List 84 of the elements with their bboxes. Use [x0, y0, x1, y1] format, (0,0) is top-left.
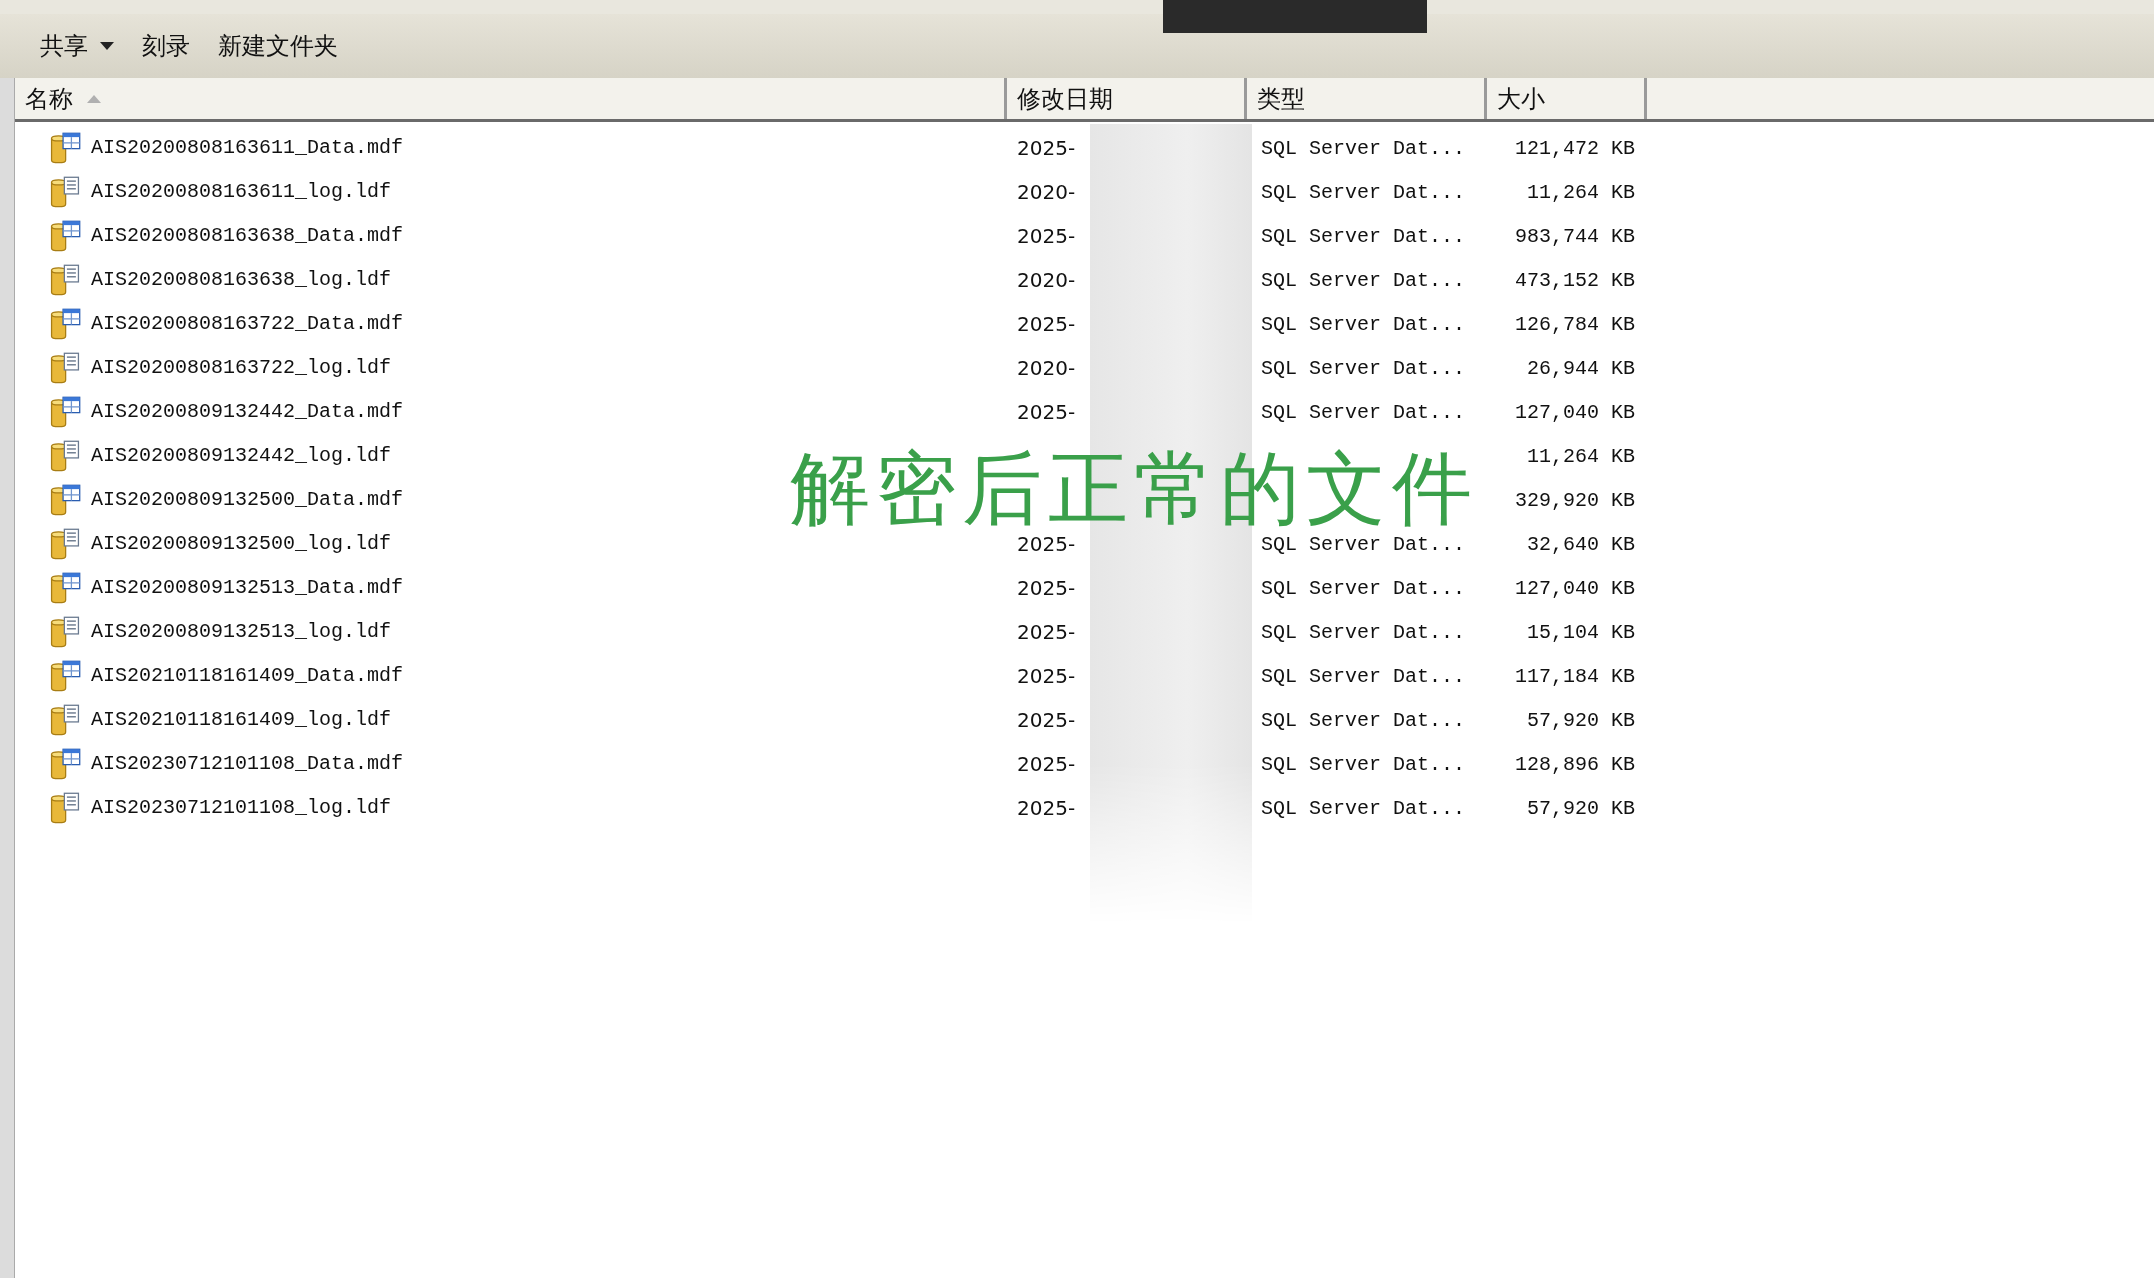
column-header[interactable]: 修改日期	[1007, 78, 1247, 119]
file-type: SQL Server Dat...	[1261, 752, 1466, 776]
file-size: 127,040 KB	[1514, 576, 1635, 600]
column-header[interactable]: 名称	[15, 78, 1007, 119]
file-name[interactable]: AIS20210118161409_Data.mdf	[91, 666, 404, 686]
database-table-icon	[49, 132, 81, 164]
file-size: 11,264 KB	[1526, 444, 1635, 468]
database-table-icon	[49, 308, 81, 340]
file-type: SQL Server Dat...	[1261, 312, 1466, 336]
modified-date: 2020-	[1017, 180, 1076, 204]
database-document-icon	[49, 528, 81, 560]
file-type: SQL Server Dat...	[1261, 268, 1466, 292]
toolbar-button[interactable]: 新建文件夹	[208, 26, 348, 66]
file-type: SQL Server Dat...	[1261, 620, 1466, 644]
database-table-icon	[49, 484, 81, 516]
file-name[interactable]: AIS20200809132513_Data.mdf	[91, 578, 404, 598]
file-name[interactable]: AIS20200809132500_log.ldf	[91, 534, 392, 554]
modified-date: 2025-	[1017, 664, 1076, 688]
toolbar-button[interactable]: 刻录	[132, 26, 200, 66]
file-size: 983,744 KB	[1514, 224, 1635, 248]
file-type: SQL Server Dat...	[1261, 708, 1466, 732]
file-name[interactable]: AIS20210118161409_log.ldf	[91, 710, 392, 730]
file-type: SQL Server Dat...	[1261, 664, 1466, 688]
file-type: SQL Server Dat...	[1261, 180, 1466, 204]
modified-date: 2025-	[1017, 532, 1076, 556]
column-header[interactable]: 大小	[1487, 78, 1647, 119]
column-header[interactable]: 类型	[1247, 78, 1487, 119]
file-name[interactable]: AIS20200808163722_Data.mdf	[91, 314, 404, 334]
file-name[interactable]: AIS20200808163611_Data.mdf	[91, 138, 404, 158]
file-name[interactable]: AIS20200809132442_log.ldf	[91, 446, 392, 466]
database-document-icon	[49, 176, 81, 208]
file-size: 127,040 KB	[1514, 400, 1635, 424]
modified-date: 2025-	[1017, 620, 1076, 644]
modified-date: 2025-	[1017, 400, 1076, 424]
file-name[interactable]: AIS20200809132513_log.ldf	[91, 622, 392, 642]
file-size: 121,472 KB	[1514, 136, 1635, 160]
annotation-caption: 解密后正常的文件	[790, 449, 1478, 529]
file-size: 11,264 KB	[1526, 180, 1635, 204]
file-name[interactable]: AIS20230712101108_log.ldf	[91, 798, 392, 818]
database-table-icon	[49, 660, 81, 692]
file-type: SQL Server Dat...	[1261, 136, 1466, 160]
modified-date: 2020-	[1017, 356, 1076, 380]
modified-date: 2025-	[1017, 708, 1076, 732]
toolbar-button[interactable]: 共享	[30, 26, 124, 66]
file-name[interactable]: AIS20200809132500_Data.mdf	[91, 490, 404, 510]
database-document-icon	[49, 704, 81, 736]
modified-date: 2025-	[1017, 312, 1076, 336]
modified-date: 2020-	[1017, 268, 1076, 292]
file-size: 32,640 KB	[1526, 532, 1635, 556]
file-name[interactable]: AIS20200809132442_Data.mdf	[91, 402, 404, 422]
file-name[interactable]: AIS20200808163722_log.ldf	[91, 358, 392, 378]
file-size: 26,944 KB	[1526, 356, 1635, 380]
modified-date: 2025-	[1017, 796, 1076, 820]
file-name[interactable]: AIS20230712101108_Data.mdf	[91, 754, 404, 774]
file-size: 57,920 KB	[1526, 708, 1635, 732]
file-size: 117,184 KB	[1514, 664, 1635, 688]
modified-date: 2025-	[1017, 576, 1076, 600]
file-name[interactable]: AIS20200808163611_log.ldf	[91, 182, 392, 202]
file-size: 57,920 KB	[1526, 796, 1635, 820]
modified-date: 2025-	[1017, 752, 1076, 776]
file-name[interactable]: AIS20200808163638_Data.mdf	[91, 226, 404, 246]
file-type: SQL Server Dat...	[1261, 532, 1466, 556]
database-document-icon	[49, 792, 81, 824]
database-table-icon	[49, 572, 81, 604]
database-table-icon	[49, 220, 81, 252]
database-document-icon	[49, 352, 81, 384]
file-size: 126,784 KB	[1514, 312, 1635, 336]
file-size: 15,104 KB	[1526, 620, 1635, 644]
file-type: SQL Server Dat...	[1261, 796, 1466, 820]
database-table-icon	[49, 748, 81, 780]
file-size: 329,920 KB	[1514, 488, 1635, 512]
file-name[interactable]: AIS20200808163638_log.ldf	[91, 270, 392, 290]
file-size: 473,152 KB	[1514, 268, 1635, 292]
file-type: SQL Server Dat...	[1261, 224, 1466, 248]
database-document-icon	[49, 440, 81, 472]
database-table-icon	[49, 396, 81, 428]
file-type: SQL Server Dat...	[1261, 356, 1466, 380]
file-type: SQL Server Dat...	[1261, 576, 1466, 600]
file-type: SQL Server Dat...	[1261, 400, 1466, 424]
file-size: 128,896 KB	[1514, 752, 1635, 776]
modified-date: 2025-	[1017, 224, 1076, 248]
modified-date: 2025-	[1017, 136, 1076, 160]
database-document-icon	[49, 616, 81, 648]
database-document-icon	[49, 264, 81, 296]
